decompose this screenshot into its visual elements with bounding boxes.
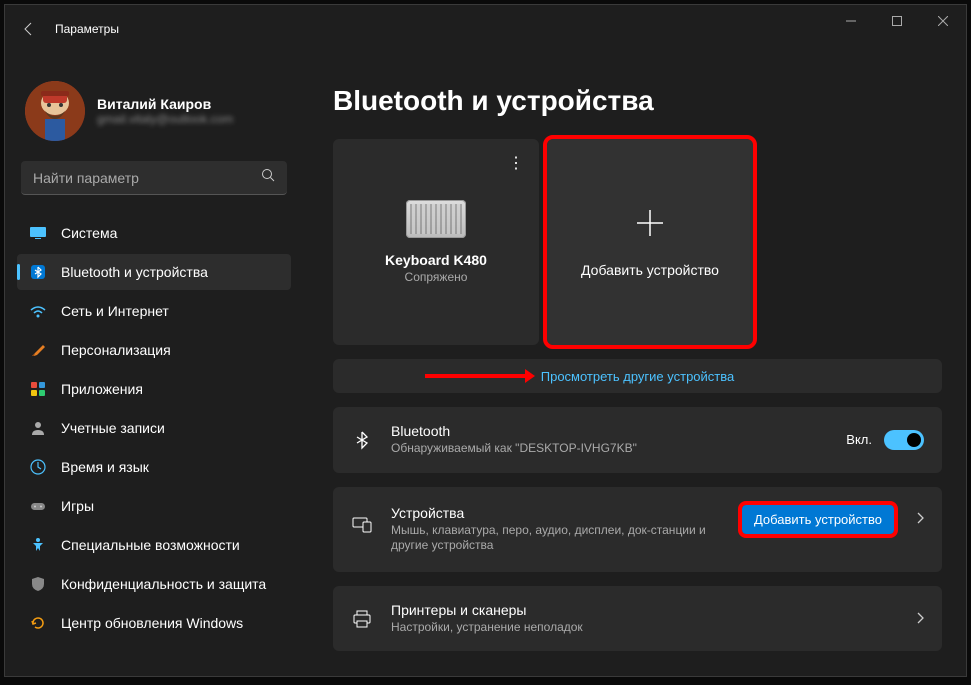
printers-title: Принтеры и сканеры <box>391 602 890 618</box>
add-device-tile[interactable]: Добавить устройство <box>547 139 753 345</box>
nav-apps[interactable]: Приложения <box>17 371 291 407</box>
brush-icon <box>29 341 47 359</box>
window-title: Параметры <box>55 22 119 36</box>
view-more-label: Просмотреть другие устройства <box>541 369 735 384</box>
search-input[interactable] <box>33 170 261 186</box>
chevron-right-icon <box>908 611 924 627</box>
device-name: Keyboard K480 <box>385 252 487 268</box>
globe-clock-icon <box>29 458 47 476</box>
bluetooth-title: Bluetooth <box>391 423 828 439</box>
main-content: Bluetooth и устройства ⋮ Keyboard K480 С… <box>303 53 966 676</box>
bluetooth-toggle-card: Bluetooth Обнаруживаемый как "DESKTOP-IV… <box>333 407 942 473</box>
chevron-right-icon <box>908 511 924 527</box>
person-icon <box>29 419 47 437</box>
add-device-button[interactable]: Добавить устройство <box>742 505 894 534</box>
devices-subtitle: Мышь, клавиатура, перо, аудио, дисплеи, … <box>391 523 724 554</box>
nav-label: Конфиденциальность и защита <box>61 576 266 592</box>
nav-system[interactable]: Система <box>17 215 291 251</box>
display-icon <box>29 224 47 242</box>
nav-label: Bluetooth и устройства <box>61 264 208 280</box>
device-tile-more-icon[interactable]: ⋮ <box>508 153 523 173</box>
annotation-arrow-icon <box>425 368 535 384</box>
bluetooth-subtitle: Обнаруживаемый как "DESKTOP-IVHG7KB" <box>391 441 828 457</box>
nav-bluetooth[interactable]: Bluetooth и устройства <box>17 254 291 290</box>
nav-label: Сеть и Интернет <box>61 303 169 319</box>
nav-label: Система <box>61 225 117 241</box>
nav-accessibility[interactable]: Специальные возможности <box>17 527 291 563</box>
nav-accounts[interactable]: Учетные записи <box>17 410 291 446</box>
maximize-button[interactable] <box>874 5 920 37</box>
view-more-devices-link[interactable]: Просмотреть другие устройства <box>333 359 942 393</box>
apps-icon <box>29 380 47 398</box>
nav-personalization[interactable]: Персонализация <box>17 332 291 368</box>
nav-gaming[interactable]: Игры <box>17 488 291 524</box>
printers-card[interactable]: Принтеры и сканеры Настройки, устранение… <box>333 586 942 652</box>
search-icon <box>261 168 275 187</box>
keyboard-icon <box>406 200 466 238</box>
user-email: gmail.vitaly@outlook.com <box>97 112 233 126</box>
minimize-button[interactable] <box>828 5 874 37</box>
shield-icon <box>29 575 47 593</box>
nav-label: Персонализация <box>61 342 171 358</box>
user-name: Виталий Каиров <box>97 96 233 112</box>
nav-label: Приложения <box>61 381 143 397</box>
close-button[interactable] <box>920 5 966 37</box>
devices-card[interactable]: Устройства Мышь, клавиатура, перо, аудио… <box>333 487 942 572</box>
device-status: Сопряжено <box>405 270 468 284</box>
search-box[interactable] <box>21 161 287 195</box>
page-title: Bluetooth и устройства <box>333 53 942 139</box>
devices-title: Устройства <box>391 505 724 521</box>
device-tile-keyboard[interactable]: ⋮ Keyboard K480 Сопряжено <box>333 139 539 345</box>
nav-label: Время и язык <box>61 459 149 475</box>
bluetooth-icon <box>351 430 373 450</box>
wifi-icon <box>29 302 47 320</box>
nav-label: Центр обновления Windows <box>61 615 243 631</box>
nav-label: Специальные возможности <box>61 537 240 553</box>
devices-icon <box>351 513 373 535</box>
toggle-state-label: Вкл. <box>846 432 872 447</box>
plus-icon <box>633 206 667 240</box>
nav-label: Игры <box>61 498 94 514</box>
bluetooth-toggle[interactable] <box>884 430 924 450</box>
nav-windows-update[interactable]: Центр обновления Windows <box>17 605 291 641</box>
printer-icon <box>351 608 373 630</box>
accessibility-icon <box>29 536 47 554</box>
back-button[interactable] <box>9 9 49 49</box>
user-profile[interactable]: Виталий Каиров gmail.vitaly@outlook.com <box>17 53 291 161</box>
update-icon <box>29 614 47 632</box>
nav-privacy[interactable]: Конфиденциальность и защита <box>17 566 291 602</box>
nav-label: Учетные записи <box>61 420 165 436</box>
sidebar: Виталий Каиров gmail.vitaly@outlook.com … <box>5 53 303 676</box>
nav-list: Система Bluetooth и устройства Сеть и Ин… <box>17 215 291 641</box>
printers-subtitle: Настройки, устранение неполадок <box>391 620 890 636</box>
add-device-label: Добавить устройство <box>581 262 719 278</box>
avatar <box>25 81 85 141</box>
bluetooth-icon <box>29 263 47 281</box>
nav-network[interactable]: Сеть и Интернет <box>17 293 291 329</box>
titlebar: Параметры <box>5 5 966 53</box>
gamepad-icon <box>29 497 47 515</box>
nav-time-language[interactable]: Время и язык <box>17 449 291 485</box>
